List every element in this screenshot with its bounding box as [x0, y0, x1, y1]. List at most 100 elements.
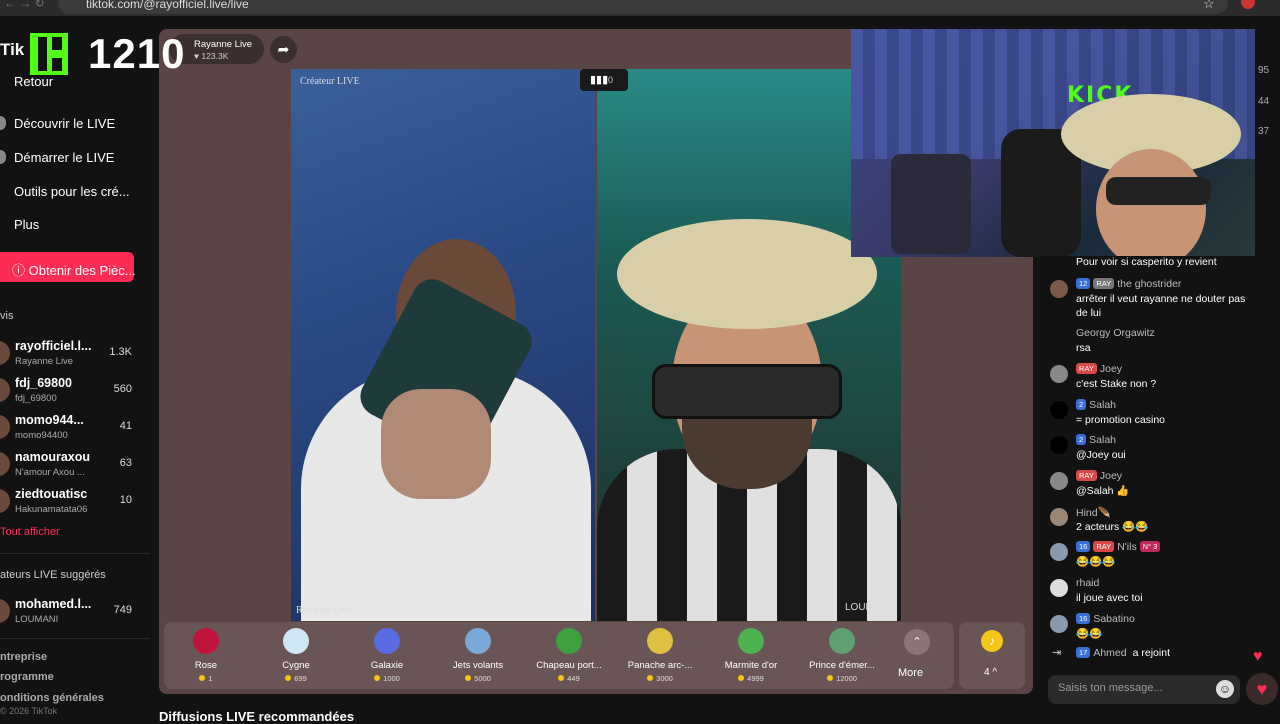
chat-username[interactable]: Salah: [1089, 399, 1116, 411]
chat-username[interactable]: the ghostrider: [1117, 278, 1181, 290]
footer-link-terms[interactable]: onditions générales: [0, 692, 104, 704]
chat-avatar[interactable]: [1050, 436, 1068, 454]
suggested-account[interactable]: mohamed.l... LOUMANI 749: [0, 594, 140, 628]
chat-avatar[interactable]: [1050, 329, 1068, 347]
chat-input-box[interactable]: ☺: [1048, 675, 1240, 704]
get-coins-button[interactable]: ⓘ Obtenir des Pièc...: [0, 252, 136, 282]
chat-avatar[interactable]: [1050, 401, 1068, 419]
avatar: [0, 378, 10, 402]
chat-avatar[interactable]: [1050, 472, 1068, 490]
battle-indicator: ▮▮▮ 0: [580, 69, 628, 91]
chat-avatar[interactable]: [1050, 615, 1068, 633]
gift-price: 3000: [618, 674, 702, 683]
chat-username[interactable]: Georgy Orgawitz: [1076, 327, 1155, 339]
chat-avatar[interactable]: [1050, 280, 1068, 298]
emoji-icon[interactable]: ☺: [1216, 680, 1234, 698]
url-text[interactable]: tiktok.com/@rayofficiel.live/live: [86, 0, 249, 11]
footer-link-company[interactable]: ntreprise: [0, 651, 47, 663]
following-section-title: vis: [0, 310, 14, 322]
like-heart-button[interactable]: ♥: [1246, 673, 1278, 705]
followed-account[interactable]: rayofficiel.l... Rayanne Live 1.3K: [0, 336, 140, 370]
nav-creator-tools[interactable]: Outils pour les cré...: [14, 184, 130, 199]
followed-account[interactable]: fdj_69800 fdj_69800 560: [0, 373, 140, 407]
gift-item[interactable]: Chapeau port... 449: [527, 626, 611, 683]
chat-avatar[interactable]: [1050, 508, 1068, 526]
chat-avatar[interactable]: [1050, 579, 1068, 597]
gift-price: 449: [527, 674, 611, 683]
chat-username[interactable]: Sabatino: [1093, 613, 1134, 625]
tiktok-logo[interactable]: Tik: [0, 40, 24, 60]
avatar: [0, 452, 10, 476]
account-name: rayofficiel.l...: [15, 339, 92, 353]
copyright: © 2026 TikTok: [0, 706, 58, 716]
host-likes-value: 123.3K: [201, 51, 229, 61]
share-icon[interactable]: ➦: [270, 36, 297, 63]
battle-count: 0: [608, 75, 614, 85]
followed-account[interactable]: ziedtouatisc Hakunamatata06 10: [0, 484, 140, 518]
nav-start-live[interactable]: Démarrer le LIVE: [14, 150, 114, 165]
chat-avatar[interactable]: [1050, 543, 1068, 561]
avatar: [0, 489, 10, 513]
webcam-overlay: KICK: [851, 29, 1255, 257]
floating-heart-icon: ♥: [1253, 648, 1263, 665]
chat-text: arrêter il veut rayanne ne douter pas de…: [1076, 293, 1246, 319]
chat-username[interactable]: Hind🪶: [1076, 507, 1111, 519]
gift-item[interactable]: Galaxie 1000: [345, 626, 429, 683]
gift-price: 699: [254, 674, 338, 683]
more-gifts-label[interactable]: More: [898, 667, 923, 679]
back-link[interactable]: Retour: [14, 74, 53, 89]
chat-username[interactable]: Joey: [1100, 470, 1122, 482]
gift-item[interactable]: Prince d'émer... 12000: [800, 626, 884, 683]
coin-balance-button[interactable]: ♪ 4 ^: [959, 622, 1025, 689]
back-forward-icons[interactable]: ← → ↻: [4, 0, 45, 10]
chat-text: 😂😂: [1076, 628, 1103, 640]
gift-item[interactable]: Marmite d'or 4999: [709, 626, 793, 683]
gift-icon: [738, 628, 764, 654]
chat-badge: RAY: [1093, 278, 1115, 289]
sidebar-divider: [0, 638, 150, 639]
tiktok-coin-icon: ♪: [981, 630, 1003, 652]
gift-item[interactable]: Panache arc-... 3000: [618, 626, 702, 683]
sunglasses: [652, 364, 842, 419]
gift-item[interactable]: Cygne 699: [254, 626, 338, 683]
gift-item[interactable]: Rose 1: [164, 626, 248, 683]
gift-name: Cygne: [282, 660, 310, 671]
chat-text: 😂😂😂: [1076, 556, 1116, 568]
chat-username[interactable]: Salah: [1089, 434, 1116, 446]
chat-username[interactable]: Joey: [1100, 363, 1122, 375]
bookmark-star-icon[interactable]: ☆: [1203, 0, 1215, 12]
followed-account[interactable]: namouraxou N'amour Axou ... 63: [0, 447, 140, 481]
chat-badge: 2: [1076, 399, 1087, 410]
account-name: fdj_69800: [15, 376, 72, 390]
more-gifts-icon[interactable]: ⌃: [904, 629, 930, 655]
gift-name: Marmite d'or: [724, 660, 778, 671]
stream-video-left[interactable]: Créateur LIVE Rayanne Live: [291, 69, 595, 621]
coin-icon: ⓘ: [12, 263, 26, 278]
host-likes: ♥ 123.3K: [194, 51, 229, 61]
chat-message-input[interactable]: [1058, 682, 1208, 694]
chat-username[interactable]: rhaid: [1076, 577, 1099, 589]
gift-item[interactable]: Jets volants 5000: [436, 626, 520, 683]
footer-link-program[interactable]: rogramme: [0, 671, 54, 683]
side-number: 44: [1258, 96, 1270, 107]
gift-icon: [829, 628, 855, 654]
chat-text: @Salah 👍: [1076, 485, 1130, 497]
gift-name: Galaxie: [370, 660, 404, 671]
nav-discover-live[interactable]: Découvrir le LIVE: [14, 116, 115, 131]
followed-account[interactable]: momo944... momo94400 41: [0, 410, 140, 444]
chat-avatar[interactable]: [1050, 365, 1068, 383]
side-number: 95: [1258, 65, 1270, 76]
chat-username[interactable]: N'ils: [1117, 541, 1137, 553]
see-all-link[interactable]: Tout afficher: [0, 526, 60, 538]
chat-badge: 12: [1076, 278, 1091, 289]
coin-balance: 4 ^: [984, 667, 998, 678]
avatar: [0, 341, 10, 365]
nav-more[interactable]: Plus: [14, 217, 39, 232]
overlay-viewer-count: 1210: [88, 30, 186, 77]
account-sub: Hakunamatata06: [15, 504, 88, 515]
join-user[interactable]: Ahmed: [1093, 647, 1126, 659]
profile-avatar[interactable]: [1241, 0, 1255, 9]
account-sub: momo94400: [15, 430, 68, 441]
gift-price: 1: [164, 674, 248, 683]
sidebar-divider: [0, 553, 150, 554]
